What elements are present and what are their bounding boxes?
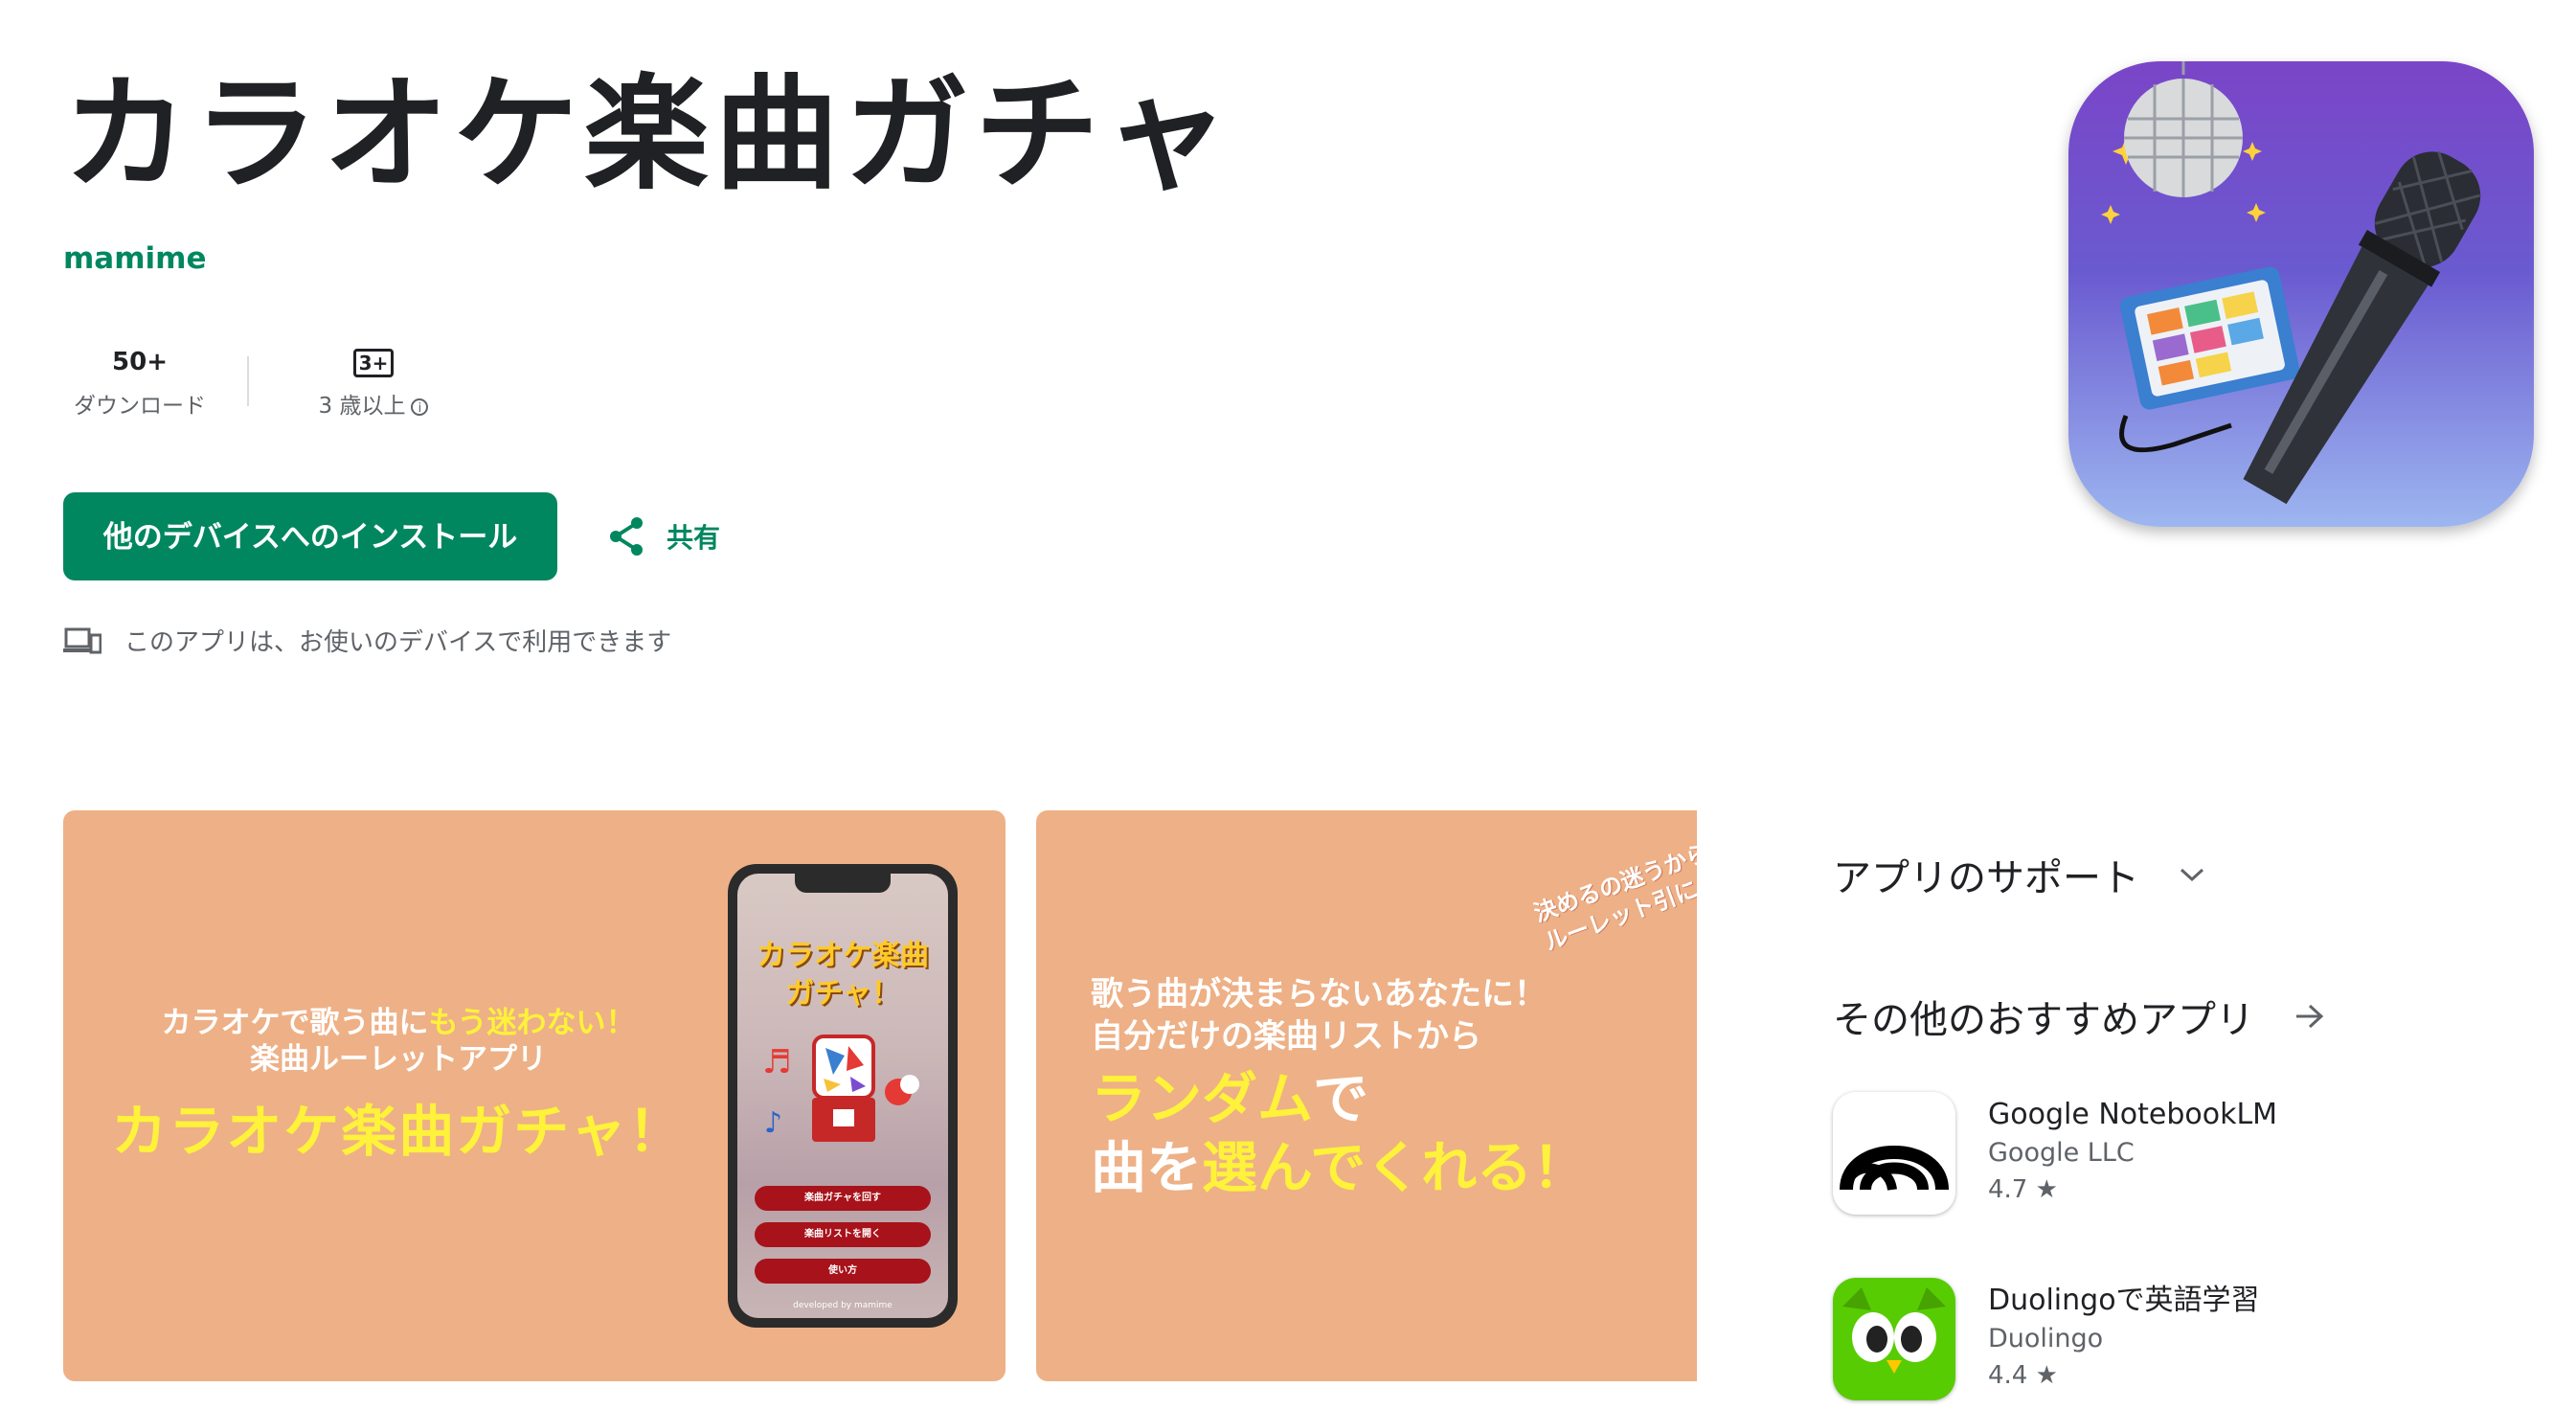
content-rating-badge: 3+ [352,349,395,377]
screenshot2-headline2-text: 曲を [1091,1135,1203,1200]
downloads-label: ダウンロード [74,394,206,419]
phone-gacha-button: 楽曲ガチャを回す [755,1186,931,1211]
screenshot-2[interactable]: 決めるの迷うから ルーレット引に！ 歌う曲が決まらないあなたに！ 自分だけの楽曲… [1036,810,1697,1381]
recommended-app-item[interactable]: Google NotebookLM Google LLC 4.7 ★ [1833,1092,2277,1215]
recommended-apps-title: その他のおすすめアプリ [1833,998,2254,1042]
screenshot2-headline2-highlight: 選んでくれる！ [1202,1135,1589,1200]
recommended-app-rating: 4.7 ★ [1988,1175,2058,1204]
recommended-app-developer: Google LLC [1988,1138,2135,1168]
recommended-app-name: Duolingoで英語学習 [1988,1284,2260,1317]
duolingo-app-icon [1833,1278,1955,1400]
screenshot-1[interactable]: カラオケで歌う曲にもう迷わない！ 楽曲ルーレットアプリ カラオケ楽曲ガチャ！ カ… [63,810,1006,1381]
phone-notch [795,874,891,893]
app-icon [2068,61,2534,527]
stat-divider [247,356,249,406]
downloads-stat: 50+ ダウンロード [63,343,216,420]
device-availability: このアプリは、お使いのデバイスで利用できます [63,623,671,658]
screenshot2-corner-text: 決めるの迷うから ルーレット引に！ [1530,837,1697,958]
recommended-app-name: Google NotebookLM [1988,1098,2278,1131]
app-title: カラオケ楽曲ガチャ [63,61,1234,207]
phone-mockup: カラオケ楽曲 ガチャ！ ♬ ♪ 楽曲ガチャを回す 楽曲リストを開く 使い方 de… [728,864,958,1328]
content-rating-stat[interactable]: 3+ 3 歳以上 i [287,343,460,420]
downloads-value: 50+ [112,348,168,376]
phone-title-1: カラオケ楽曲 [757,939,929,972]
notebooklm-app-icon [1833,1092,1955,1215]
content-rating-label: 3 歳以上 [318,394,406,419]
recommended-app-item[interactable]: Duolingoで英語学習 Duolingo 4.4 ★ [1833,1278,2260,1400]
screenshot2-headline2: 曲を選んでくれる！ [1091,1123,1588,1203]
phone-howto-button: 使い方 [755,1259,931,1284]
screenshot1-line2: 楽曲ルーレットアプリ [250,1042,547,1077]
screenshot2-line2: 自分だけの楽曲リストから [1091,1017,1481,1056]
screenshot2-line1: 歌う曲が決まらないあなたに！ [1091,975,1547,1013]
recommended-app-rating: 4.4 ★ [1988,1361,2058,1390]
phone-list-button: 楽曲リストを開く [755,1222,931,1247]
share-button[interactable]: 共有 [607,510,720,563]
recommended-app-developer: Duolingo [1988,1324,2104,1353]
info-icon[interactable]: i [411,398,429,416]
share-label: 共有 [667,522,721,554]
screenshot2-headline1-rest: で [1313,1066,1369,1131]
app-support-toggle[interactable]: アプリのサポート [1833,847,2206,902]
developer-link[interactable]: mamime [63,241,206,276]
devices-icon [63,627,102,653]
svg-text:♬: ♬ [762,1043,791,1081]
svg-text:♪: ♪ [764,1106,782,1140]
phone-title-2: ガチャ！ [785,977,900,1011]
phone-footer: developed by mamime [793,1301,893,1310]
screenshot1-headline: カラオケ楽曲ガチャ！ [111,1099,686,1164]
recommended-apps-header[interactable]: その他のおすすめアプリ [1833,989,2325,1044]
gacha-machine-illustration: ♬ ♪ [762,1035,919,1142]
share-icon [610,517,643,556]
phone-screen: カラオケ楽曲 ガチャ！ ♬ ♪ 楽曲ガチャを回す 楽曲リストを開く 使い方 de… [737,874,948,1318]
app-support-title: アプリのサポート [1833,856,2139,900]
devices-note: このアプリは、お使いのデバイスで利用できます [124,628,672,657]
arrow-right-icon [2296,1004,2324,1029]
chevron-down-icon [2180,868,2204,882]
screenshot2-headline1-highlight: ランダム [1091,1066,1314,1131]
install-button[interactable]: 他のデバイスへのインストール [63,492,557,580]
